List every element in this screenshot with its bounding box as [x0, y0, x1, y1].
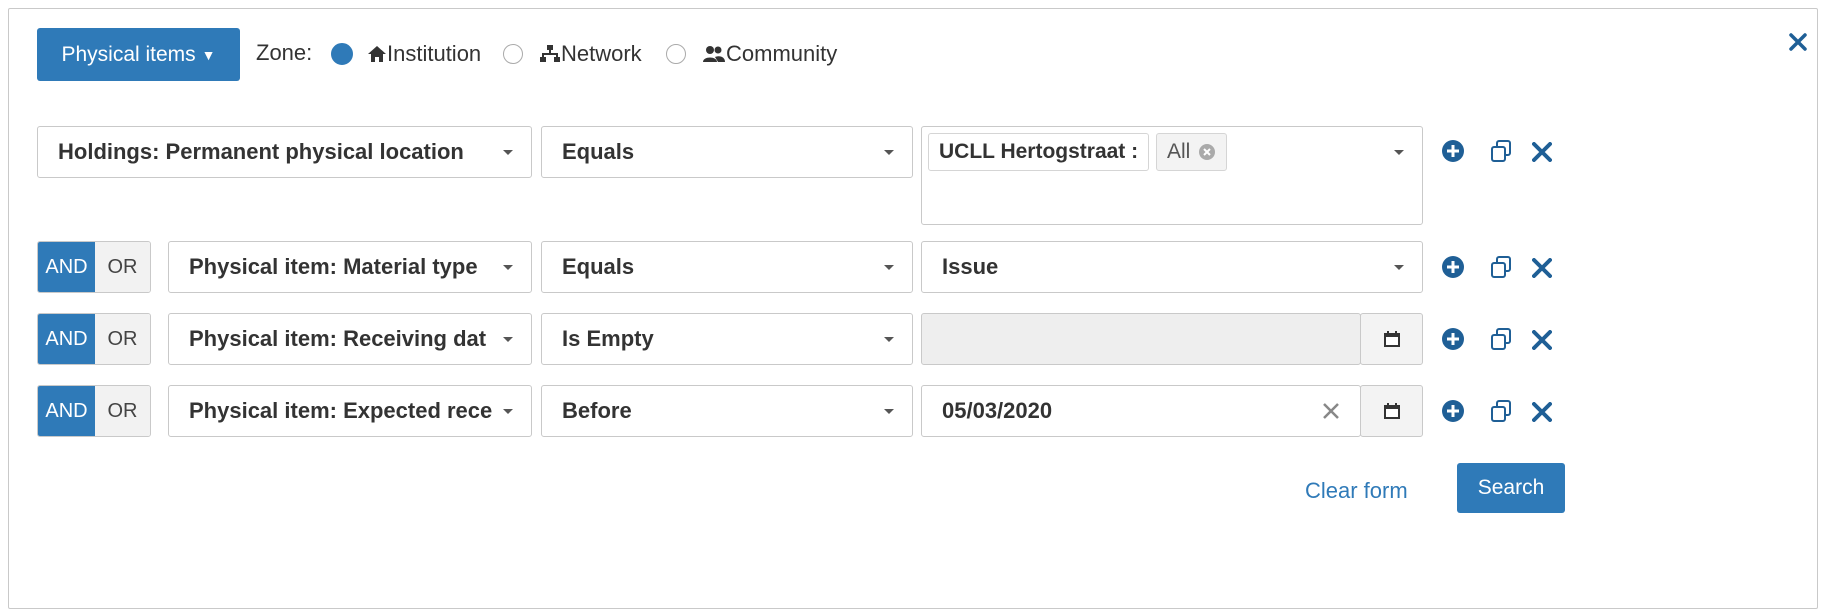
row4-calendar-button[interactable]: [1360, 385, 1423, 437]
row3-operator-label: Is Empty: [562, 326, 654, 351]
row1-value-multiselect[interactable]: UCLL Hertogstraat : All: [921, 126, 1423, 225]
radio-network[interactable]: [503, 44, 523, 64]
search-button[interactable]: Search: [1457, 463, 1565, 513]
remove-row-icon[interactable]: [1532, 402, 1552, 422]
row4-date-input[interactable]: 05/03/2020: [921, 385, 1361, 437]
duplicate-row-icon[interactable]: [1490, 140, 1512, 162]
row3-or-button[interactable]: OR: [95, 314, 150, 364]
zone-community-label: Community: [726, 41, 838, 66]
row4-and-or-toggle[interactable]: AND OR: [37, 385, 151, 437]
close-panel-icon[interactable]: [1789, 33, 1807, 51]
row4-and-button[interactable]: AND: [38, 386, 95, 436]
value-tag-location: UCLL Hertogstraat :: [928, 133, 1150, 171]
network-icon: [540, 45, 560, 62]
search-type-label: Physical items: [61, 42, 196, 66]
calendar-icon: [1383, 403, 1400, 419]
chevron-down-icon: [503, 150, 513, 155]
row2-field-label: Physical item: Material type: [189, 254, 478, 279]
chevron-down-icon: [884, 337, 894, 342]
row2-value-select[interactable]: Issue: [921, 241, 1423, 293]
row3-and-or-toggle[interactable]: AND OR: [37, 313, 151, 365]
remove-row-icon[interactable]: [1532, 330, 1552, 350]
clear-form-link[interactable]: Clear form: [1305, 478, 1408, 504]
value-tag-location-label: UCLL Hertogstraat :: [939, 140, 1139, 163]
zone-option-institution[interactable]: Institution: [331, 41, 481, 67]
search-button-label: Search: [1477, 476, 1545, 499]
row4-operator-label: Before: [562, 398, 632, 423]
row4-or-button[interactable]: OR: [95, 386, 150, 436]
remove-row-icon[interactable]: [1532, 142, 1552, 162]
add-row-icon[interactable]: [1441, 255, 1465, 279]
zone-option-network[interactable]: Network: [503, 41, 642, 67]
row3-field-label: Physical item: Receiving dat: [189, 326, 487, 351]
advanced-search-panel: Physical items ▼ Zone: Institution Netwo…: [8, 8, 1818, 609]
zone-network-label: Network: [561, 41, 642, 66]
row2-operator-label: Equals: [562, 254, 635, 279]
value-tag-all: All: [1156, 133, 1228, 171]
chevron-down-icon: [503, 337, 513, 342]
clear-date-icon[interactable]: [1322, 402, 1340, 420]
row3-date-input: [921, 313, 1361, 365]
row3-operator-select[interactable]: Is Empty: [541, 313, 913, 365]
zone-label: Zone:: [256, 40, 313, 65]
chevron-down-icon: [1394, 265, 1404, 270]
row2-and-or-toggle[interactable]: AND OR: [37, 241, 151, 293]
row2-operator-select[interactable]: Equals: [541, 241, 913, 293]
remove-tag-icon[interactable]: [1198, 143, 1216, 161]
row2-or-button[interactable]: OR: [95, 242, 150, 292]
users-icon: [703, 46, 725, 62]
row4-field-select[interactable]: Physical item: Expected rece: [168, 385, 532, 437]
chevron-down-icon: [884, 409, 894, 414]
row4-operator-select[interactable]: Before: [541, 385, 913, 437]
row1-operator-select[interactable]: Equals: [541, 126, 913, 178]
home-icon: [368, 46, 386, 62]
row2-and-button[interactable]: AND: [38, 242, 95, 292]
chevron-down-icon: [884, 150, 894, 155]
row1-field-label: Holdings: Permanent physical location: [58, 139, 464, 164]
dropdown-arrow-icon: ▼: [201, 46, 216, 63]
row3-calendar-button[interactable]: [1360, 313, 1423, 365]
duplicate-row-icon[interactable]: [1490, 256, 1512, 278]
row2-field-select[interactable]: Physical item: Material type: [168, 241, 532, 293]
add-row-icon[interactable]: [1441, 399, 1465, 423]
row4-field-label: Physical item: Expected rece: [189, 398, 493, 423]
row3-and-button[interactable]: AND: [38, 314, 95, 364]
duplicate-row-icon[interactable]: [1490, 328, 1512, 350]
row2-value-label: Issue: [942, 254, 999, 279]
search-type-dropdown[interactable]: Physical items ▼: [37, 28, 240, 81]
row1-operator-label: Equals: [562, 139, 635, 164]
radio-institution[interactable]: [331, 43, 353, 65]
chevron-down-icon: [503, 409, 513, 414]
chevron-down-icon: [1394, 150, 1404, 155]
chevron-down-icon: [884, 265, 894, 270]
value-tag-all-label: All: [1167, 140, 1191, 163]
row3-field-select[interactable]: Physical item: Receiving dat: [168, 313, 532, 365]
add-row-icon[interactable]: [1441, 139, 1465, 163]
zone-option-community[interactable]: Community: [666, 41, 837, 67]
chevron-down-icon: [503, 265, 513, 270]
radio-community[interactable]: [666, 44, 686, 64]
remove-row-icon[interactable]: [1532, 258, 1552, 278]
duplicate-row-icon[interactable]: [1490, 400, 1512, 422]
add-row-icon[interactable]: [1441, 327, 1465, 351]
zone-institution-label: Institution: [387, 41, 482, 66]
row1-field-select[interactable]: Holdings: Permanent physical location: [37, 126, 532, 178]
row4-value-label: 05/03/2020: [942, 398, 1053, 423]
calendar-icon: [1383, 331, 1400, 347]
